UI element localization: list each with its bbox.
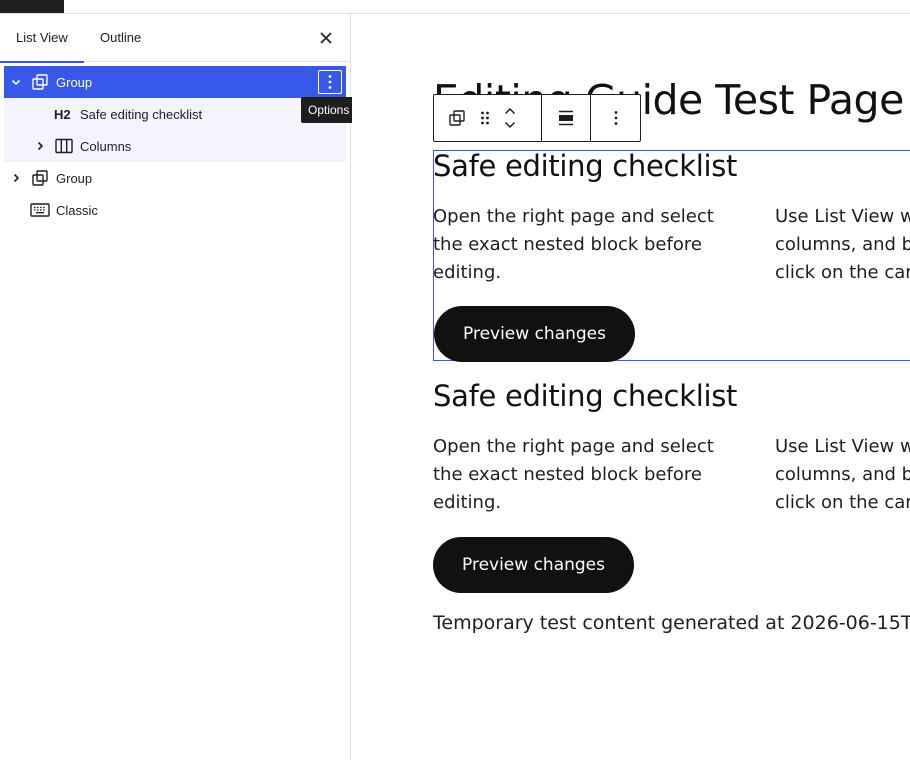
preview-changes-button[interactable]: Preview changes — [433, 537, 634, 593]
tree-item-heading[interactable]: H2 Safe editing checklist — [4, 98, 346, 130]
tree-item-label: Columns — [80, 138, 132, 154]
group-block-icon — [449, 110, 465, 126]
tree-item-classic[interactable]: Classic — [4, 194, 346, 226]
tree-item-label: Safe editing checklist — [80, 106, 203, 122]
close-icon — [320, 32, 332, 44]
sidebar-tabs: List View Outline — [0, 14, 350, 63]
group-heading[interactable]: Safe editing checklist — [433, 149, 737, 183]
tree-item-label: Group — [56, 170, 93, 186]
tree-item-label: Classic — [56, 202, 98, 218]
column-1-text[interactable]: Open the right page and select the exact… — [433, 433, 714, 517]
group-block-icon — [30, 72, 50, 92]
move-buttons — [504, 107, 516, 129]
block-more-options-button[interactable] — [614, 110, 618, 126]
editor-canvas[interactable]: Editing Guide Test Page Safe editing che… — [352, 14, 910, 760]
group-heading[interactable]: Safe editing checklist — [433, 379, 737, 413]
list-view-sidebar: List View Outline Group H2 Safe editing … — [0, 14, 351, 760]
tab-outline[interactable]: Outline — [84, 14, 157, 62]
preview-changes-button[interactable]: Preview changes — [434, 306, 635, 362]
block-type-switcher-button[interactable] — [448, 109, 466, 127]
options-tooltip: Options — [301, 97, 357, 123]
block-tree: Group H2 Safe editing checklist Columns — [4, 66, 346, 226]
chevron-right-icon[interactable] — [33, 139, 47, 153]
site-logo-button[interactable] — [0, 0, 64, 13]
block-options-button[interactable] — [318, 70, 342, 94]
chevron-right-icon[interactable] — [9, 171, 23, 185]
block-toolbar — [433, 94, 641, 142]
paragraph-footer[interactable]: Temporary test content generated at 2026… — [433, 612, 910, 634]
tree-item-group[interactable]: Group — [4, 162, 346, 194]
top-bar — [0, 0, 910, 14]
move-down-icon[interactable] — [504, 121, 516, 129]
column-2-text[interactable]: Use List View w columns, and b click on … — [775, 203, 910, 287]
tree-item-columns[interactable]: Columns — [4, 130, 346, 162]
drag-handle[interactable] — [480, 110, 490, 126]
keyboard-icon — [30, 200, 50, 220]
drag-handle-icon — [481, 111, 489, 125]
chevron-down-icon[interactable] — [9, 75, 23, 89]
group-block[interactable]: Safe editing checklist Open the right pa… — [433, 379, 910, 596]
tab-list-view[interactable]: List View — [0, 14, 84, 63]
group-block-icon — [30, 168, 50, 188]
heading-level-badge: H2 — [54, 106, 71, 122]
align-button[interactable] — [557, 109, 575, 127]
selected-group-block[interactable]: Safe editing checklist Open the right pa… — [433, 149, 910, 362]
more-vertical-icon — [328, 75, 332, 89]
tree-item-group-selected[interactable]: Group — [4, 66, 346, 98]
column-2-text[interactable]: Use List View w columns, and b click on … — [775, 433, 910, 517]
column-1-text[interactable]: Open the right page and select the exact… — [433, 203, 714, 287]
align-wide-icon — [559, 110, 573, 126]
move-up-icon[interactable] — [504, 107, 516, 115]
tree-item-label: Group — [56, 74, 93, 90]
more-vertical-icon — [614, 111, 617, 125]
columns-block-icon — [54, 136, 74, 156]
close-sidebar-button[interactable] — [316, 28, 336, 48]
